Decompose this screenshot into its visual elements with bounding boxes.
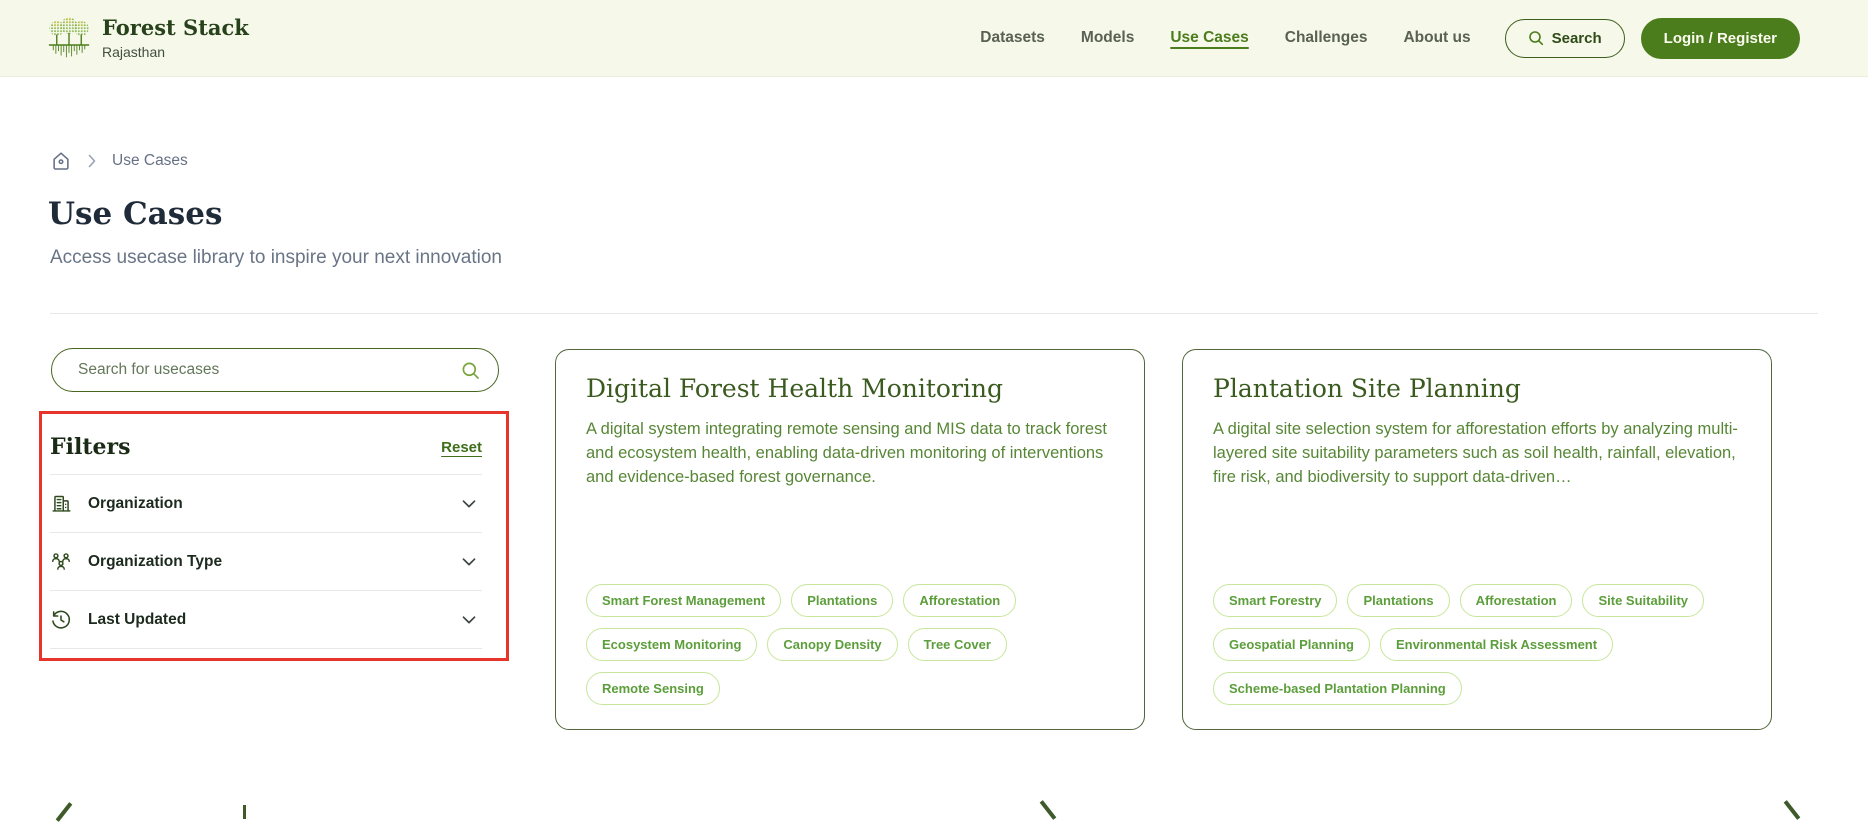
carousel-next-arrow[interactable] xyxy=(1784,800,1801,820)
filter-row-organization[interactable]: Organization xyxy=(50,474,482,532)
tag-site-suitability[interactable]: Site Suitability xyxy=(1582,584,1704,617)
brand-name: Forest Stack xyxy=(102,16,249,40)
search-button-label: Search xyxy=(1552,30,1602,47)
login-register-button[interactable]: Login / Register xyxy=(1641,18,1800,59)
breadcrumb-current: Use Cases xyxy=(112,152,188,170)
nav-item-use-cases[interactable]: Use Cases xyxy=(1170,29,1248,47)
tag-plantations[interactable]: Plantations xyxy=(1347,584,1449,617)
carousel-next-arrow[interactable] xyxy=(1040,800,1057,820)
org-group-icon xyxy=(50,551,72,573)
filters-reset-link[interactable]: Reset xyxy=(441,439,482,456)
filter-label: Organization Type xyxy=(88,553,222,571)
usecase-tag-list: Smart Forestry Plantations Afforestation Si… xyxy=(1213,584,1741,705)
history-icon xyxy=(50,609,72,631)
brand-region: Rajasthan xyxy=(102,44,249,60)
search-icon xyxy=(1528,30,1544,46)
tag-canopy-density[interactable]: Canopy Density xyxy=(767,628,897,661)
nav-item-datasets[interactable]: Datasets xyxy=(980,29,1045,47)
nav-item-models[interactable]: Models xyxy=(1081,29,1134,47)
filter-row-organization-type[interactable]: Organization Type xyxy=(50,532,482,590)
tag-plantations[interactable]: Plantations xyxy=(791,584,893,617)
header: Forest Stack Rajasthan Datasets Models Use… xyxy=(0,0,1868,77)
usecase-card-title: Plantation Site Planning xyxy=(1213,374,1741,403)
home-icon[interactable] xyxy=(50,150,72,172)
tag-ecosystem-monitoring[interactable]: Ecosystem Monitoring xyxy=(586,628,757,661)
tag-afforestation[interactable]: Afforestation xyxy=(1460,584,1573,617)
tag-smart-forestry[interactable]: Smart Forestry xyxy=(1213,584,1337,617)
tag-smart-forest-management[interactable]: Smart Forest Management xyxy=(586,584,781,617)
breadcrumb-chevron-icon xyxy=(88,154,96,168)
tag-environmental-risk-assessment[interactable]: Environmental Risk Assessment xyxy=(1380,628,1613,661)
filter-row-last-updated[interactable]: Last Updated xyxy=(50,590,482,649)
chevron-down-icon xyxy=(462,616,476,624)
usecase-tag-list: Smart Forest Management Plantations Affore… xyxy=(586,584,1114,705)
carousel-prev-arrow[interactable] xyxy=(56,802,73,822)
search-icon xyxy=(461,361,480,380)
search-button[interactable]: Search xyxy=(1505,19,1625,58)
tag-geospatial-planning[interactable]: Geospatial Planning xyxy=(1213,628,1370,661)
brand-logo[interactable]: Forest Stack Rajasthan xyxy=(48,14,249,62)
usecase-search-input[interactable] xyxy=(76,360,461,380)
nav-item-challenges[interactable]: Challenges xyxy=(1285,29,1368,47)
page-subtitle: Access usecase library to inspire your n… xyxy=(50,247,502,269)
page-title: Use Cases xyxy=(48,196,222,232)
filter-label: Last Updated xyxy=(88,611,186,629)
tag-afforestation[interactable]: Afforestation xyxy=(903,584,1016,617)
tag-scheme-based-plantation-planning[interactable]: Scheme-based Plantation Planning xyxy=(1213,672,1462,705)
filter-label: Organization xyxy=(88,495,183,513)
usecase-card-description: A digital site selection system for affo… xyxy=(1213,417,1741,489)
chevron-down-icon xyxy=(462,500,476,508)
cutoff-glyph xyxy=(243,805,246,819)
chevron-down-icon xyxy=(462,558,476,566)
tag-remote-sensing[interactable]: Remote Sensing xyxy=(586,672,720,705)
filters-title: Filters xyxy=(50,434,130,460)
nav-item-about-us[interactable]: About us xyxy=(1403,29,1470,47)
usecase-card-title: Digital Forest Health Monitoring xyxy=(586,374,1114,403)
main-nav: Datasets Models Use Cases Challenges About u… xyxy=(980,29,1470,47)
building-icon xyxy=(50,493,72,514)
section-divider xyxy=(50,313,1818,314)
tag-tree-cover[interactable]: Tree Cover xyxy=(908,628,1007,661)
breadcrumb: Use Cases xyxy=(50,150,188,172)
login-register-label: Login / Register xyxy=(1664,30,1777,47)
usecase-card-digital-forest-health-monitoring[interactable]: Digital Forest Health Monitoring A digita… xyxy=(555,349,1145,730)
forest-logo-icon xyxy=(48,14,90,62)
filters-panel: Filters Reset Organization Organization T… xyxy=(50,414,482,649)
usecase-card-plantation-site-planning[interactable]: Plantation Site Planning A digital site s… xyxy=(1182,349,1772,730)
usecase-search-field[interactable] xyxy=(51,348,499,392)
usecase-card-description: A digital system integrating remote sens… xyxy=(586,417,1114,489)
